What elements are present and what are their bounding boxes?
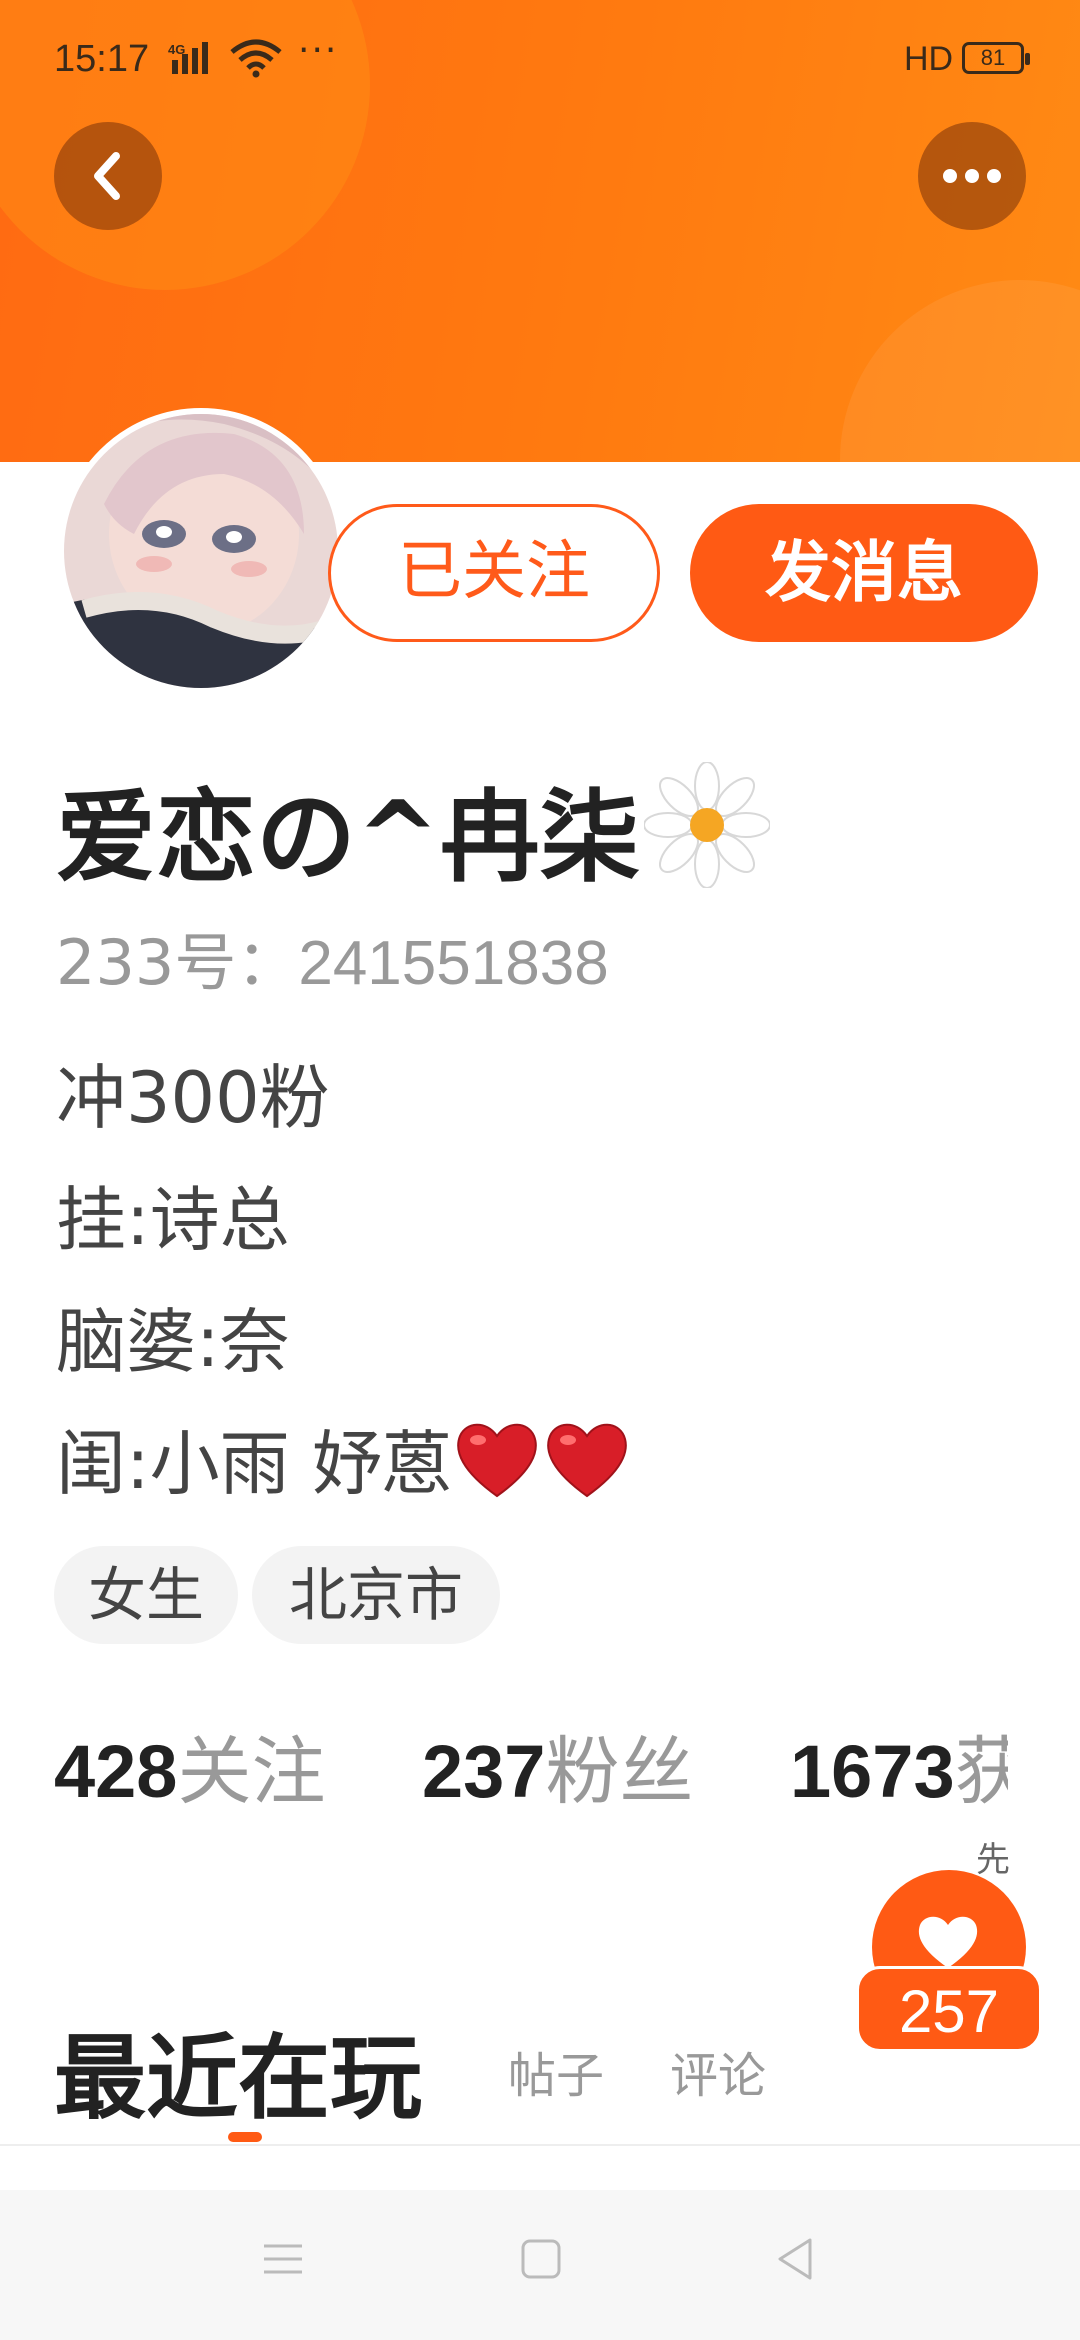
bio-line: 冲300粉 xyxy=(56,1057,330,1139)
tab-posts[interactable]: 帖子 xyxy=(508,2036,604,2106)
following-count: 428 xyxy=(54,1730,178,1810)
anime-avatar-image xyxy=(64,414,338,688)
likes-received-label: 获 xyxy=(954,1729,1008,1810)
tab-comments[interactable]: 评论 xyxy=(670,2036,766,2106)
red-heart-icon xyxy=(457,1423,537,1498)
like-count-badge: 257 xyxy=(856,1966,1042,2052)
heart-icon xyxy=(918,1916,978,1968)
likes-received-count: 1673 xyxy=(790,1730,955,1810)
user-id: 233号：241551838 xyxy=(56,912,609,1002)
hd-indicator: HD xyxy=(904,40,954,78)
gender-tag: 女生 xyxy=(54,1546,238,1644)
cellular-signal-icon: 4G xyxy=(168,42,208,74)
red-heart-icon xyxy=(547,1423,627,1498)
tab-recently-playing[interactable]: 最近在玩 xyxy=(54,2004,422,2137)
send-message-button[interactable]: 发消息 xyxy=(690,504,1038,642)
status-time: 15:17 xyxy=(54,38,150,80)
side-hint-text: 先 xyxy=(976,1840,1010,1880)
location-tag: 北京市 xyxy=(252,1546,500,1644)
followers-stat[interactable]: 237粉丝 xyxy=(422,1712,693,1810)
followed-button[interactable]: 已关注 xyxy=(328,504,660,642)
active-tab-indicator xyxy=(228,2132,262,2142)
bio-line-with-hearts: 闺:小雨 妤蒽 xyxy=(56,1408,632,1509)
stats-row: 428关注 237粉丝 1673获 xyxy=(0,1700,1008,1810)
system-navigation-bar xyxy=(0,2190,1080,2340)
user-id-number: 241551838 xyxy=(298,929,609,998)
back-triangle-icon[interactable] xyxy=(770,2234,820,2284)
bio-line-text: 闺:小雨 妤蒽 xyxy=(56,1423,452,1505)
menu-icon[interactable] xyxy=(258,2234,308,2284)
battery-icon: 81 xyxy=(962,42,1030,74)
more-dots-icon xyxy=(943,169,1001,183)
avatar[interactable] xyxy=(58,408,344,694)
nickname: 爱恋の^冉柒 xyxy=(56,779,640,896)
banner-decoration xyxy=(840,280,1080,462)
daisy-emoji-icon xyxy=(644,762,770,888)
followers-label: 粉丝 xyxy=(545,1729,694,1810)
following-label: 关注 xyxy=(177,1729,326,1810)
chevron-left-icon xyxy=(94,152,120,200)
status-more-indicator: ··· xyxy=(298,30,339,71)
followers-count: 237 xyxy=(422,1730,546,1810)
home-icon[interactable] xyxy=(516,2234,566,2284)
user-id-prefix: 233号： xyxy=(56,926,299,999)
more-options-button[interactable] xyxy=(918,122,1026,230)
bio-line: 挂:诗总 xyxy=(56,1179,290,1261)
status-bar: 15:17 4G ··· HD 81 xyxy=(0,0,1080,120)
wifi-icon xyxy=(230,39,282,78)
following-stat[interactable]: 428关注 xyxy=(54,1712,325,1810)
back-button[interactable] xyxy=(54,122,162,230)
bio-line: 脑婆:奈 xyxy=(56,1301,290,1383)
divider xyxy=(0,2144,1080,2146)
likes-received-stat[interactable]: 1673获 xyxy=(790,1712,1008,1810)
